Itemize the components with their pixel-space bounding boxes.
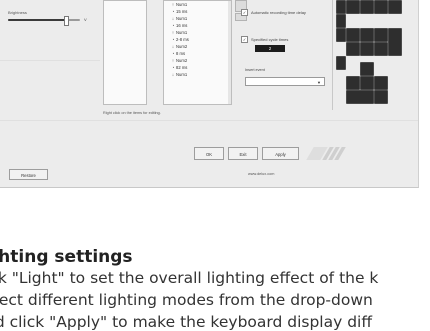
keypad-key[interactable] [360, 28, 374, 42]
macro-event-label: 8 ms [176, 51, 186, 56]
instruction-line: elect different lighting modes from the … [0, 291, 373, 309]
keypad-key[interactable] [346, 42, 360, 56]
keypad-key[interactable] [346, 76, 360, 90]
divider [332, 0, 333, 110]
keypad-key[interactable] [388, 28, 402, 56]
auto-delay-label: Automatic recording time delay [251, 10, 306, 15]
macro-event-item[interactable]: ↓ Num1 [170, 71, 231, 78]
macro-list-scrollbar[interactable] [228, 1, 231, 104]
cycle-times-option[interactable]: ✓ Specified cycle times [241, 36, 288, 43]
macro-event-label: 2-8 ms [176, 37, 189, 42]
background-decoration [0, 60, 100, 61]
macro-event-item[interactable]: ↓ Num1 [170, 15, 231, 22]
keypad-key[interactable] [336, 28, 346, 42]
keypad-key[interactable] [360, 0, 374, 14]
instruction-line: ick "Light" to set the overall lighting … [0, 269, 379, 287]
restore-button[interactable]: Restore [9, 169, 48, 180]
instruction-line: nd click "Apply" to make the keyboard di… [0, 313, 373, 331]
auto-delay-option[interactable]: ✓ Automatic recording time delay [241, 9, 306, 16]
macro-event-label: 82 ms [176, 65, 188, 70]
keypad-key[interactable] [360, 76, 374, 90]
macro-event-item[interactable]: ◔ 8 ms [170, 50, 231, 57]
brightness-slider-fill [8, 19, 66, 21]
insert-event-label: Insert event [245, 68, 265, 72]
keypad-key[interactable] [374, 0, 388, 14]
macro-settings-window: Brightness V ↑ Num1 ◔ 15 ms ↓ Num1 ◔ 16 ms ↑ Num1… [0, 0, 419, 188]
macro-event-label: Num1 [176, 72, 188, 77]
macro-event-item[interactable]: ◔ 15 ms [170, 8, 231, 15]
macro-event-items: ↑ Num1 ◔ 15 ms ↓ Num1 ◔ 16 ms ↑ Num1 ◔ 2-8 ms ↓ Num2 ◔… [164, 1, 231, 78]
keypad-key[interactable] [360, 42, 374, 56]
brightness-slider[interactable] [8, 16, 80, 26]
macro-event-label: 15 ms [176, 9, 188, 14]
background-decoration [0, 120, 418, 121]
macro-event-label: Num2 [176, 58, 188, 63]
macro-event-item[interactable]: ◔ 16 ms [170, 22, 231, 29]
keypad-key[interactable] [374, 76, 388, 90]
macro-event-label: Num1 [176, 16, 188, 21]
edit-hint: Right click on the items for editing. [103, 111, 161, 115]
macro-event-item[interactable]: ↑ Num1 [170, 1, 231, 8]
website-link[interactable]: www.delux.com [248, 172, 274, 176]
macro-event-label: Num1 [176, 2, 188, 7]
insert-event-dropdown[interactable]: ▼ [245, 77, 325, 86]
keypad-key[interactable] [346, 28, 360, 42]
chevron-down-icon: ▼ [317, 80, 321, 85]
keypad-key[interactable] [374, 90, 388, 104]
keypad-key[interactable] [346, 0, 360, 14]
macro-event-item[interactable]: ↓ Num2 [170, 43, 231, 50]
macro-event-label: Num2 [176, 44, 188, 49]
brightness-slider-thumb[interactable] [63, 16, 69, 26]
auto-delay-checkbox[interactable]: ✓ [241, 9, 248, 16]
macro-names-panel[interactable] [103, 0, 147, 105]
macro-event-item[interactable]: ◔ 82 ms [170, 64, 231, 71]
macro-event-item[interactable]: ◔ 2-8 ms [170, 36, 231, 43]
keypad-key[interactable] [360, 62, 374, 76]
keypad-key[interactable] [374, 28, 388, 42]
macro-event-list[interactable]: ↑ Num1 ◔ 15 ms ↓ Num1 ◔ 16 ms ↑ Num1 ◔ 2-8 ms ↓ Num2 ◔… [163, 0, 232, 105]
macro-event-item[interactable]: ↑ Num1 [170, 29, 231, 36]
cycle-times-input[interactable]: 2 [255, 45, 285, 52]
macro-event-label: 16 ms [176, 23, 188, 28]
section-title: ghting settings [0, 247, 133, 267]
keypad-key[interactable] [336, 0, 346, 14]
macro-event-label: Num1 [176, 30, 188, 35]
cycle-times-checkbox[interactable]: ✓ [241, 36, 248, 43]
keypad-key[interactable] [336, 56, 346, 70]
keypad-key[interactable] [374, 42, 388, 56]
brightness-label: Brightness [8, 10, 27, 15]
exit-button[interactable]: Exit [228, 147, 258, 160]
macro-event-item[interactable]: ↑ Num2 [170, 57, 231, 64]
apply-button[interactable]: Apply [262, 147, 299, 160]
keypad-key[interactable] [336, 14, 346, 28]
brightness-value: V [84, 17, 87, 22]
keypad-key[interactable] [388, 0, 402, 14]
ok-button[interactable]: OK [194, 147, 224, 160]
cycle-times-label: Specified cycle times [251, 37, 289, 42]
keypad-key[interactable] [346, 90, 374, 104]
